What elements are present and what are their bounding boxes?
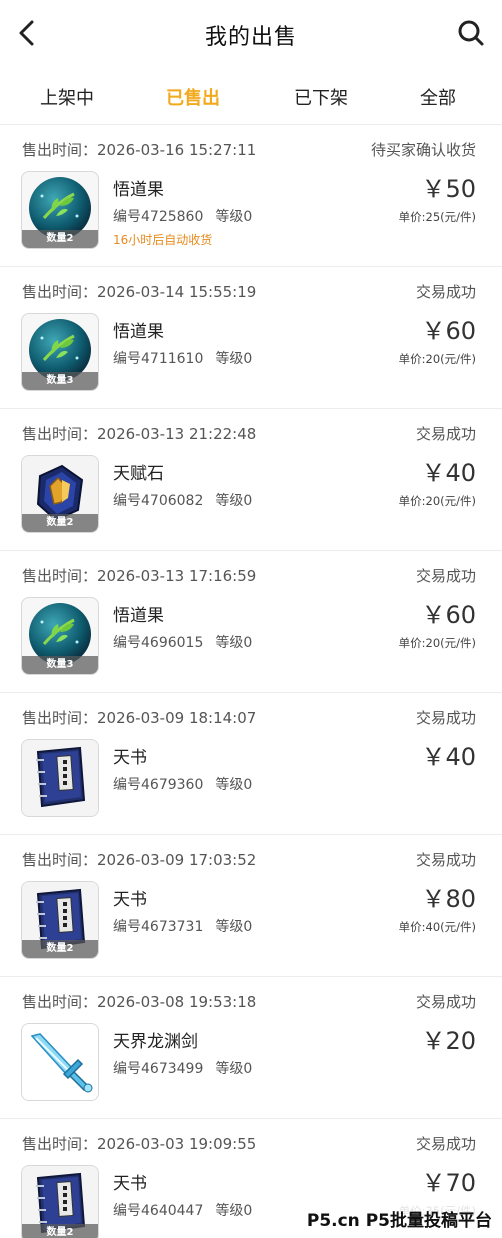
item-thumbnail[interactable]: 数量2 xyxy=(21,881,99,959)
unit-price: 单价:20(元/件) xyxy=(398,636,476,650)
item-name: 悟道果 xyxy=(113,180,164,200)
order-status: 交易成功 xyxy=(415,709,476,727)
item-name: 天界龙渊剑 xyxy=(113,1032,198,1052)
item-thumbnail[interactable]: 数量3 xyxy=(21,313,99,391)
sold-time: 售出时间：2026-03-13 21:22:48 xyxy=(22,425,257,443)
unit-price: 单价:20(元/件) xyxy=(398,352,476,366)
item-serial: 编号4706082 xyxy=(113,493,204,509)
quantity-badge: 数量3 xyxy=(22,656,98,674)
total-price: ￥60 xyxy=(421,601,476,629)
order-status: 交易成功 xyxy=(415,851,476,869)
item-thumbnail[interactable] xyxy=(21,739,99,817)
nav-bar: 我的出售 xyxy=(0,0,502,70)
item-meta: 编号4673731 等级0 xyxy=(113,916,252,936)
item-level: 等级0 xyxy=(215,1203,253,1219)
order-status: 待买家确认收货 xyxy=(370,141,476,159)
item-serial: 编号4640447 xyxy=(113,1203,204,1219)
item-serial: 编号4679360 xyxy=(113,777,204,793)
item-level: 等级0 xyxy=(215,919,253,935)
item-level: 等级0 xyxy=(215,351,253,367)
total-price: ￥20 xyxy=(421,1027,476,1055)
item-name: 悟道果 xyxy=(113,606,164,626)
item-thumbnail[interactable]: 数量2 xyxy=(21,171,99,249)
total-price: ￥60 xyxy=(421,317,476,345)
chevron-left-icon xyxy=(19,20,34,46)
order-row[interactable]: 售出时间：2026-03-08 19:53:18 交易成功 天界龙渊剑 编号46… xyxy=(0,976,502,1118)
quantity-badge: 数量2 xyxy=(22,230,98,248)
total-price: ￥40 xyxy=(421,743,476,771)
item-name: 天书 xyxy=(113,748,147,768)
tab-delisted[interactable]: 已下架 xyxy=(294,84,348,110)
item-thumbnail[interactable]: 数量2 xyxy=(21,455,99,533)
page-title: 我的出售 xyxy=(204,25,297,50)
item-meta: 编号4640447 等级0 xyxy=(113,1200,252,1220)
unit-price: 单价:40(元/件) xyxy=(398,920,476,934)
item-name: 天书 xyxy=(113,890,147,910)
item-meta: 编号4696015 等级0 xyxy=(113,632,252,652)
total-price: ￥80 xyxy=(421,885,476,913)
order-row[interactable]: 售出时间：2026-03-09 17:03:52 交易成功 数量2 天书 编号4… xyxy=(0,834,502,976)
order-list: 售出时间：2026-03-16 15:27:11 待买家确认收货 数量2 悟道果… xyxy=(0,124,502,1238)
item-serial: 编号4725860 xyxy=(113,209,204,225)
sold-time: 售出时间：2026-03-16 15:27:11 xyxy=(22,141,257,159)
order-row[interactable]: 售出时间：2026-03-13 21:22:48 交易成功 数量2 天赋石 编号… xyxy=(0,408,502,550)
item-serial: 编号4711610 xyxy=(113,351,204,367)
item-meta: 编号4725860 等级0 xyxy=(113,206,252,226)
sold-time: 售出时间：2026-03-09 18:14:07 xyxy=(22,709,257,727)
order-status: 交易成功 xyxy=(415,283,476,301)
item-serial: 编号4673731 xyxy=(113,919,204,935)
item-thumbnail[interactable]: 数量3 xyxy=(21,597,99,675)
order-row[interactable]: 售出时间：2026-03-13 17:16:59 交易成功 数量3 悟道果 编号… xyxy=(0,550,502,692)
item-meta: 编号4711610 等级0 xyxy=(113,348,252,368)
order-row[interactable]: 售出时间：2026-03-16 15:27:11 待买家确认收货 数量2 悟道果… xyxy=(0,124,502,266)
search-button[interactable] xyxy=(454,16,488,50)
item-level: 等级0 xyxy=(215,493,253,509)
item-serial: 编号4696015 xyxy=(113,635,204,651)
sold-time: 售出时间：2026-03-14 15:55:19 xyxy=(22,283,257,301)
search-icon xyxy=(458,20,484,46)
item-level: 等级0 xyxy=(215,209,253,225)
item-thumbnail[interactable] xyxy=(21,1023,99,1101)
tab-sold[interactable]: 已售出 xyxy=(166,84,220,110)
item-serial: 编号4673499 xyxy=(113,1061,204,1077)
item-meta: 编号4706082 等级0 xyxy=(113,490,252,510)
item-level: 等级0 xyxy=(215,777,253,793)
total-price: ￥40 xyxy=(421,459,476,487)
sold-time: 售出时间：2026-03-09 17:03:52 xyxy=(22,851,257,869)
sold-time: 售出时间：2026-03-03 19:09:55 xyxy=(22,1135,257,1153)
order-status: 交易成功 xyxy=(415,993,476,1011)
auto-receive-note: 16小时后自动收货 xyxy=(113,233,213,247)
quantity-badge: 数量3 xyxy=(22,372,98,390)
item-meta: 编号4673499 等级0 xyxy=(113,1058,252,1078)
order-row[interactable]: 售出时间：2026-03-09 18:14:07 交易成功 天书 编号46793… xyxy=(0,692,502,834)
sold-time: 售出时间：2026-03-08 19:53:18 xyxy=(22,993,257,1011)
item-name: 天书 xyxy=(113,1174,147,1194)
item-name: 悟道果 xyxy=(113,322,164,342)
tab-all[interactable]: 全部 xyxy=(420,84,456,110)
order-status: 交易成功 xyxy=(415,567,476,585)
item-meta: 编号4679360 等级0 xyxy=(113,774,252,794)
order-status: 交易成功 xyxy=(415,425,476,443)
unit-price: 单价:25(元/件) xyxy=(398,210,476,224)
order-status: 交易成功 xyxy=(415,1135,476,1153)
back-button[interactable] xyxy=(10,16,44,50)
item-level: 等级0 xyxy=(215,635,253,651)
sold-time: 售出时间：2026-03-13 17:16:59 xyxy=(22,567,257,585)
quantity-badge: 数量2 xyxy=(22,514,98,532)
quantity-badge: 数量2 xyxy=(22,940,98,958)
total-price: ￥50 xyxy=(421,175,476,203)
unit-price: 单价:20(元/件) xyxy=(398,494,476,508)
quantity-badge: 数量2 xyxy=(22,1224,98,1238)
tab-bar: 上架中 已售出 已下架 全部 xyxy=(0,76,502,118)
item-thumbnail[interactable]: 数量2 xyxy=(21,1165,99,1238)
total-price: ￥70 xyxy=(421,1169,476,1197)
tab-listed[interactable]: 上架中 xyxy=(40,84,94,110)
order-row[interactable]: 售出时间：2026-03-14 15:55:19 交易成功 数量3 悟道果 编号… xyxy=(0,266,502,408)
watermark: P5.cn P5批量投稿平台 xyxy=(302,1205,496,1232)
item-name: 天赋石 xyxy=(113,464,164,484)
item-level: 等级0 xyxy=(215,1061,253,1077)
